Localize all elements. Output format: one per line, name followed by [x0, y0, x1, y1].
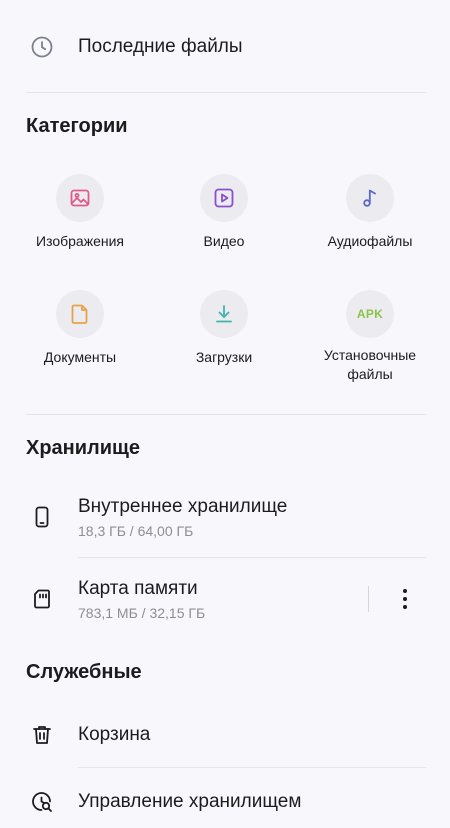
- storage-search-icon: [28, 788, 56, 816]
- trash-icon: [28, 721, 56, 749]
- category-downloads-label: Загрузки: [195, 349, 253, 365]
- category-installation-files-label: Установочные файлы: [323, 347, 417, 382]
- divider: [26, 92, 426, 93]
- category-video[interactable]: Видео: [149, 174, 299, 251]
- video-icon: [200, 174, 248, 222]
- category-video-label: Видео: [203, 233, 245, 249]
- more-options-button[interactable]: [392, 584, 418, 614]
- internal-storage-usage: 18,3 ГБ / 64,00 ГБ: [78, 523, 194, 539]
- recent-files-label: Последние файлы: [78, 36, 243, 57]
- recent-files-item[interactable]: Последние файлы: [0, 22, 450, 72]
- category-audio[interactable]: Аудиофайлы: [295, 174, 445, 251]
- utilities-title: Служебные: [26, 661, 142, 683]
- divider: [26, 414, 426, 415]
- memory-card-item[interactable]: Карта памяти 783,1 МБ / 32,15 ГБ: [0, 566, 450, 632]
- memory-card-usage: 783,1 МБ / 32,15 ГБ: [78, 605, 206, 621]
- clock-icon: [28, 33, 56, 61]
- divider: [78, 767, 426, 768]
- category-documents-label: Документы: [43, 349, 117, 365]
- image-icon: [56, 174, 104, 222]
- vertical-divider: [368, 586, 369, 612]
- trash-label: Корзина: [78, 724, 151, 745]
- category-images-label: Изображения: [36, 233, 124, 249]
- category-documents[interactable]: Документы: [5, 290, 155, 367]
- trash-item[interactable]: Корзина: [0, 710, 450, 760]
- apk-icon: APK: [346, 290, 394, 338]
- sd-card-icon: [28, 585, 56, 613]
- document-icon: [56, 290, 104, 338]
- categories-title: Категории: [26, 115, 128, 137]
- more-vert-icon: [403, 589, 407, 593]
- memory-card-label: Карта памяти: [78, 578, 198, 599]
- phone-icon: [28, 503, 56, 531]
- internal-storage-item[interactable]: Внутреннее хранилище 18,3 ГБ / 64,00 ГБ: [0, 485, 450, 551]
- internal-storage-label: Внутреннее хранилище: [78, 496, 288, 517]
- category-audio-label: Аудиофайлы: [327, 233, 413, 249]
- storage-title: Хранилище: [26, 437, 141, 459]
- apk-badge: APK: [356, 307, 384, 321]
- divider: [78, 557, 426, 558]
- storage-management-label: Управление хранилищем: [78, 791, 302, 812]
- category-installation-files[interactable]: APK Установочные файлы: [295, 290, 445, 384]
- music-note-icon: [346, 174, 394, 222]
- download-icon: [200, 290, 248, 338]
- category-downloads[interactable]: Загрузки: [149, 290, 299, 367]
- category-images[interactable]: Изображения: [5, 174, 155, 251]
